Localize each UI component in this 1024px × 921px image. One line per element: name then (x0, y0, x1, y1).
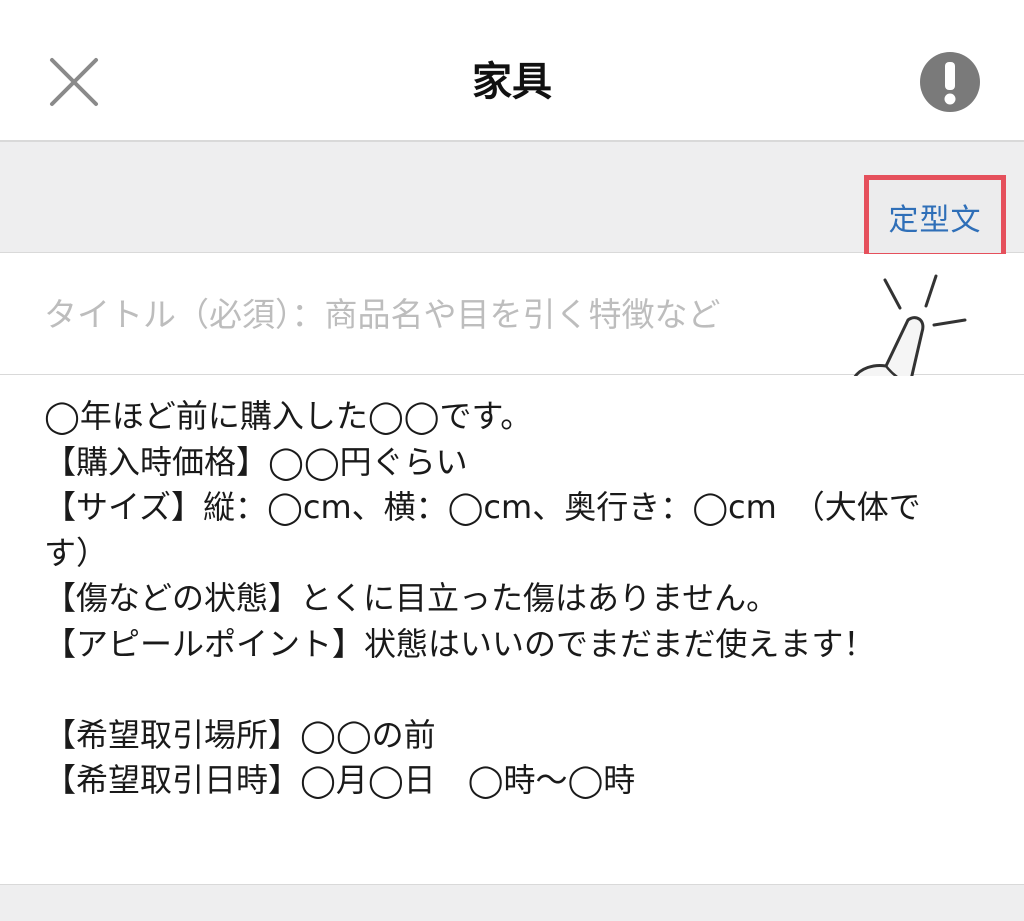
title-input[interactable] (44, 284, 824, 344)
header-bar: 家具 (0, 0, 1024, 142)
description-area[interactable]: ◯年ほど前に購入した◯◯です。 【購入時価格】◯◯円ぐらい 【サイズ】縦：◯cm… (0, 376, 1024, 884)
listing-editor-screen: 家具 定型文 ◯年ほど前に購入した◯◯です。 【購入時価格】◯◯円ぐらい 【サ (0, 0, 1024, 921)
report-button[interactable] (918, 50, 982, 114)
description-text[interactable]: ◯年ほど前に購入した◯◯です。 【購入時価格】◯◯円ぐらい 【サイズ】縦：◯cm… (44, 394, 974, 804)
exclamation-icon (920, 52, 980, 112)
bottom-band (0, 884, 1024, 921)
page-title: 家具 (472, 59, 552, 105)
template-text-label: 定型文 (888, 202, 982, 238)
template-text-button[interactable]: 定型文 (864, 175, 1006, 258)
